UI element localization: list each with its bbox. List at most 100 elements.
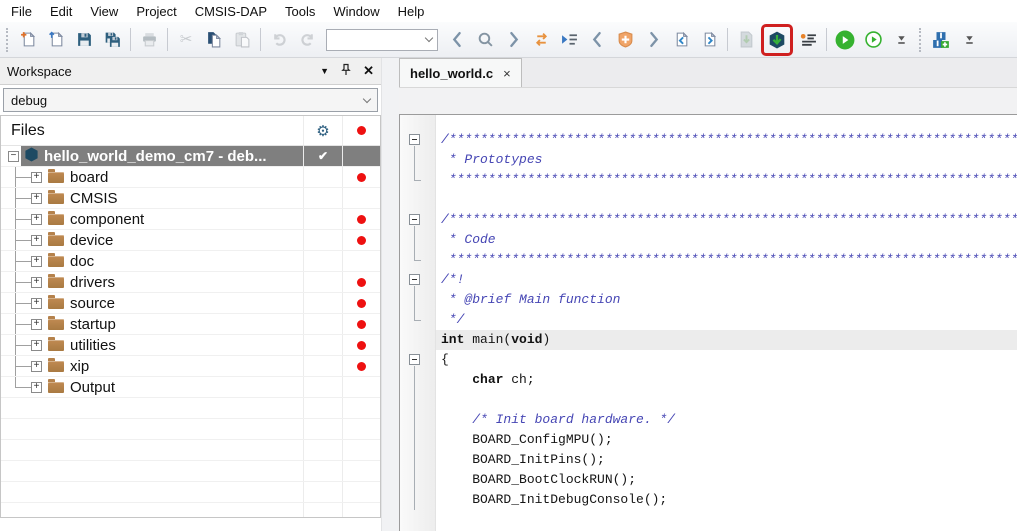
download-button[interactable] [733,27,759,53]
find-button[interactable] [472,27,498,53]
menu-edit[interactable]: Edit [41,1,81,22]
prev-bookmark-button[interactable] [584,27,610,53]
panel-menu-icon[interactable]: ▼ [320,66,329,76]
fold-marker-icon[interactable] [400,270,436,290]
toolbar-grip[interactable] [6,28,10,52]
folder-check-cell [303,314,342,334]
code-line [400,390,1017,410]
code-content: /***************************************… [400,130,1017,510]
expand-icon[interactable]: + [31,193,42,204]
undo-button[interactable] [266,27,292,53]
open-file-button[interactable] [43,27,69,53]
modified-column-header[interactable] [342,116,380,145]
nav-back-button[interactable] [444,27,470,53]
folder-check-cell [303,356,342,376]
collapse-icon[interactable]: − [8,151,19,162]
tree-row-device[interactable]: + device [1,230,380,251]
config-selector[interactable]: debug [3,88,378,112]
disassembly-button[interactable] [795,27,821,53]
tree-row-output[interactable]: +Output [1,377,380,398]
code-line: char ch; [400,370,1017,390]
file-forward-button[interactable] [696,27,722,53]
tab-close-icon[interactable]: × [503,66,511,81]
expand-icon[interactable]: + [31,277,42,288]
expand-icon[interactable]: + [31,235,42,246]
expand-icon[interactable]: + [31,340,42,351]
tree-row-project-root[interactable]: −hello_world_demo_cm7 - deb...✔ [1,146,380,167]
panel-splitter[interactable] [381,58,399,531]
folder-status-cell [342,335,380,355]
target-download-button[interactable] [764,27,790,53]
cut-button[interactable]: ✂ [173,27,199,53]
project-root-cell[interactable]: −hello_world_demo_cm7 - deb... [1,146,303,166]
run-start-button[interactable] [860,27,886,53]
file-back-icon [673,31,690,48]
tab-hello-world-c[interactable]: hello_world.c × [399,58,522,87]
copy-button[interactable] [201,27,227,53]
expand-icon[interactable]: + [31,319,42,330]
editor-pane: hello_world.c × /***********************… [399,58,1017,531]
project-icon [24,147,39,166]
tree-connector [1,188,31,208]
shield-add-button[interactable] [612,27,638,53]
menu-file[interactable]: File [2,1,41,22]
expand-icon[interactable]: + [31,361,42,372]
save-all-button[interactable] [99,27,125,53]
pin-icon[interactable] [340,63,352,79]
project-check-cell[interactable]: ✔ [303,146,342,166]
tree-row-xip[interactable]: +xip [1,356,380,377]
expand-icon[interactable]: + [31,298,42,309]
print-button[interactable] [136,27,162,53]
overflow-button[interactable] [888,27,914,53]
menu-window[interactable]: Window [324,1,388,22]
paste-button[interactable] [229,27,255,53]
tree-row-utilities[interactable]: +utilities [1,335,380,356]
expand-icon[interactable]: + [31,214,42,225]
package-add-button[interactable] [928,27,954,53]
run-to-cursor-button[interactable] [556,27,582,53]
save-button[interactable] [71,27,97,53]
folder-label: device [70,232,113,249]
menu-project[interactable]: Project [127,1,185,22]
menu-help[interactable]: Help [389,1,434,22]
tree-connector [1,377,31,397]
nav-forward-button[interactable] [500,27,526,53]
debug-start-button[interactable] [832,27,858,53]
tree-row-doc[interactable]: +doc [1,251,380,272]
toolbar-combobox[interactable] [326,29,438,51]
toolbar-grip[interactable] [919,28,923,52]
overflow-button[interactable] [956,27,982,53]
file-back-button[interactable] [668,27,694,53]
close-icon[interactable]: ✕ [363,63,374,79]
folder-label: board [70,169,108,186]
menu-cmsis-dap[interactable]: CMSIS-DAP [186,1,276,22]
workspace-panel-header: Workspace ▼ ✕ [0,58,381,85]
menu-tools[interactable]: Tools [276,1,324,22]
expand-icon[interactable]: + [31,382,42,393]
tree-row-cmsis[interactable]: +CMSIS [1,188,380,209]
exchange-button[interactable] [528,27,554,53]
files-column-header[interactable]: Files [1,116,303,145]
chevron-down-icon [425,34,433,42]
expand-icon[interactable]: + [31,256,42,267]
save-all-icon [104,31,121,48]
new-file-button[interactable] [15,27,41,53]
fold-marker-icon[interactable] [400,130,436,150]
fold-marker-icon[interactable] [400,210,436,230]
tree-row-drivers[interactable]: +drivers [1,272,380,293]
code-editor[interactable]: /***************************************… [399,114,1017,531]
tree-row-board[interactable]: + board [1,167,380,188]
fold-marker-icon[interactable] [400,350,436,370]
menu-view[interactable]: View [81,1,127,22]
tree-empty-row [1,503,380,518]
files-header-row: Files ⚙ [1,116,380,146]
tree-row-component[interactable]: +component [1,209,380,230]
next-bookmark-button[interactable] [640,27,666,53]
tree-row-source[interactable]: +source [1,293,380,314]
tree-row-startup[interactable]: +startup [1,314,380,335]
redo-button[interactable] [294,27,320,53]
options-column-header[interactable]: ⚙ [303,116,342,145]
print-icon [141,31,158,48]
cut-icon: ✂ [180,32,193,47]
expand-icon[interactable]: + [31,172,42,183]
